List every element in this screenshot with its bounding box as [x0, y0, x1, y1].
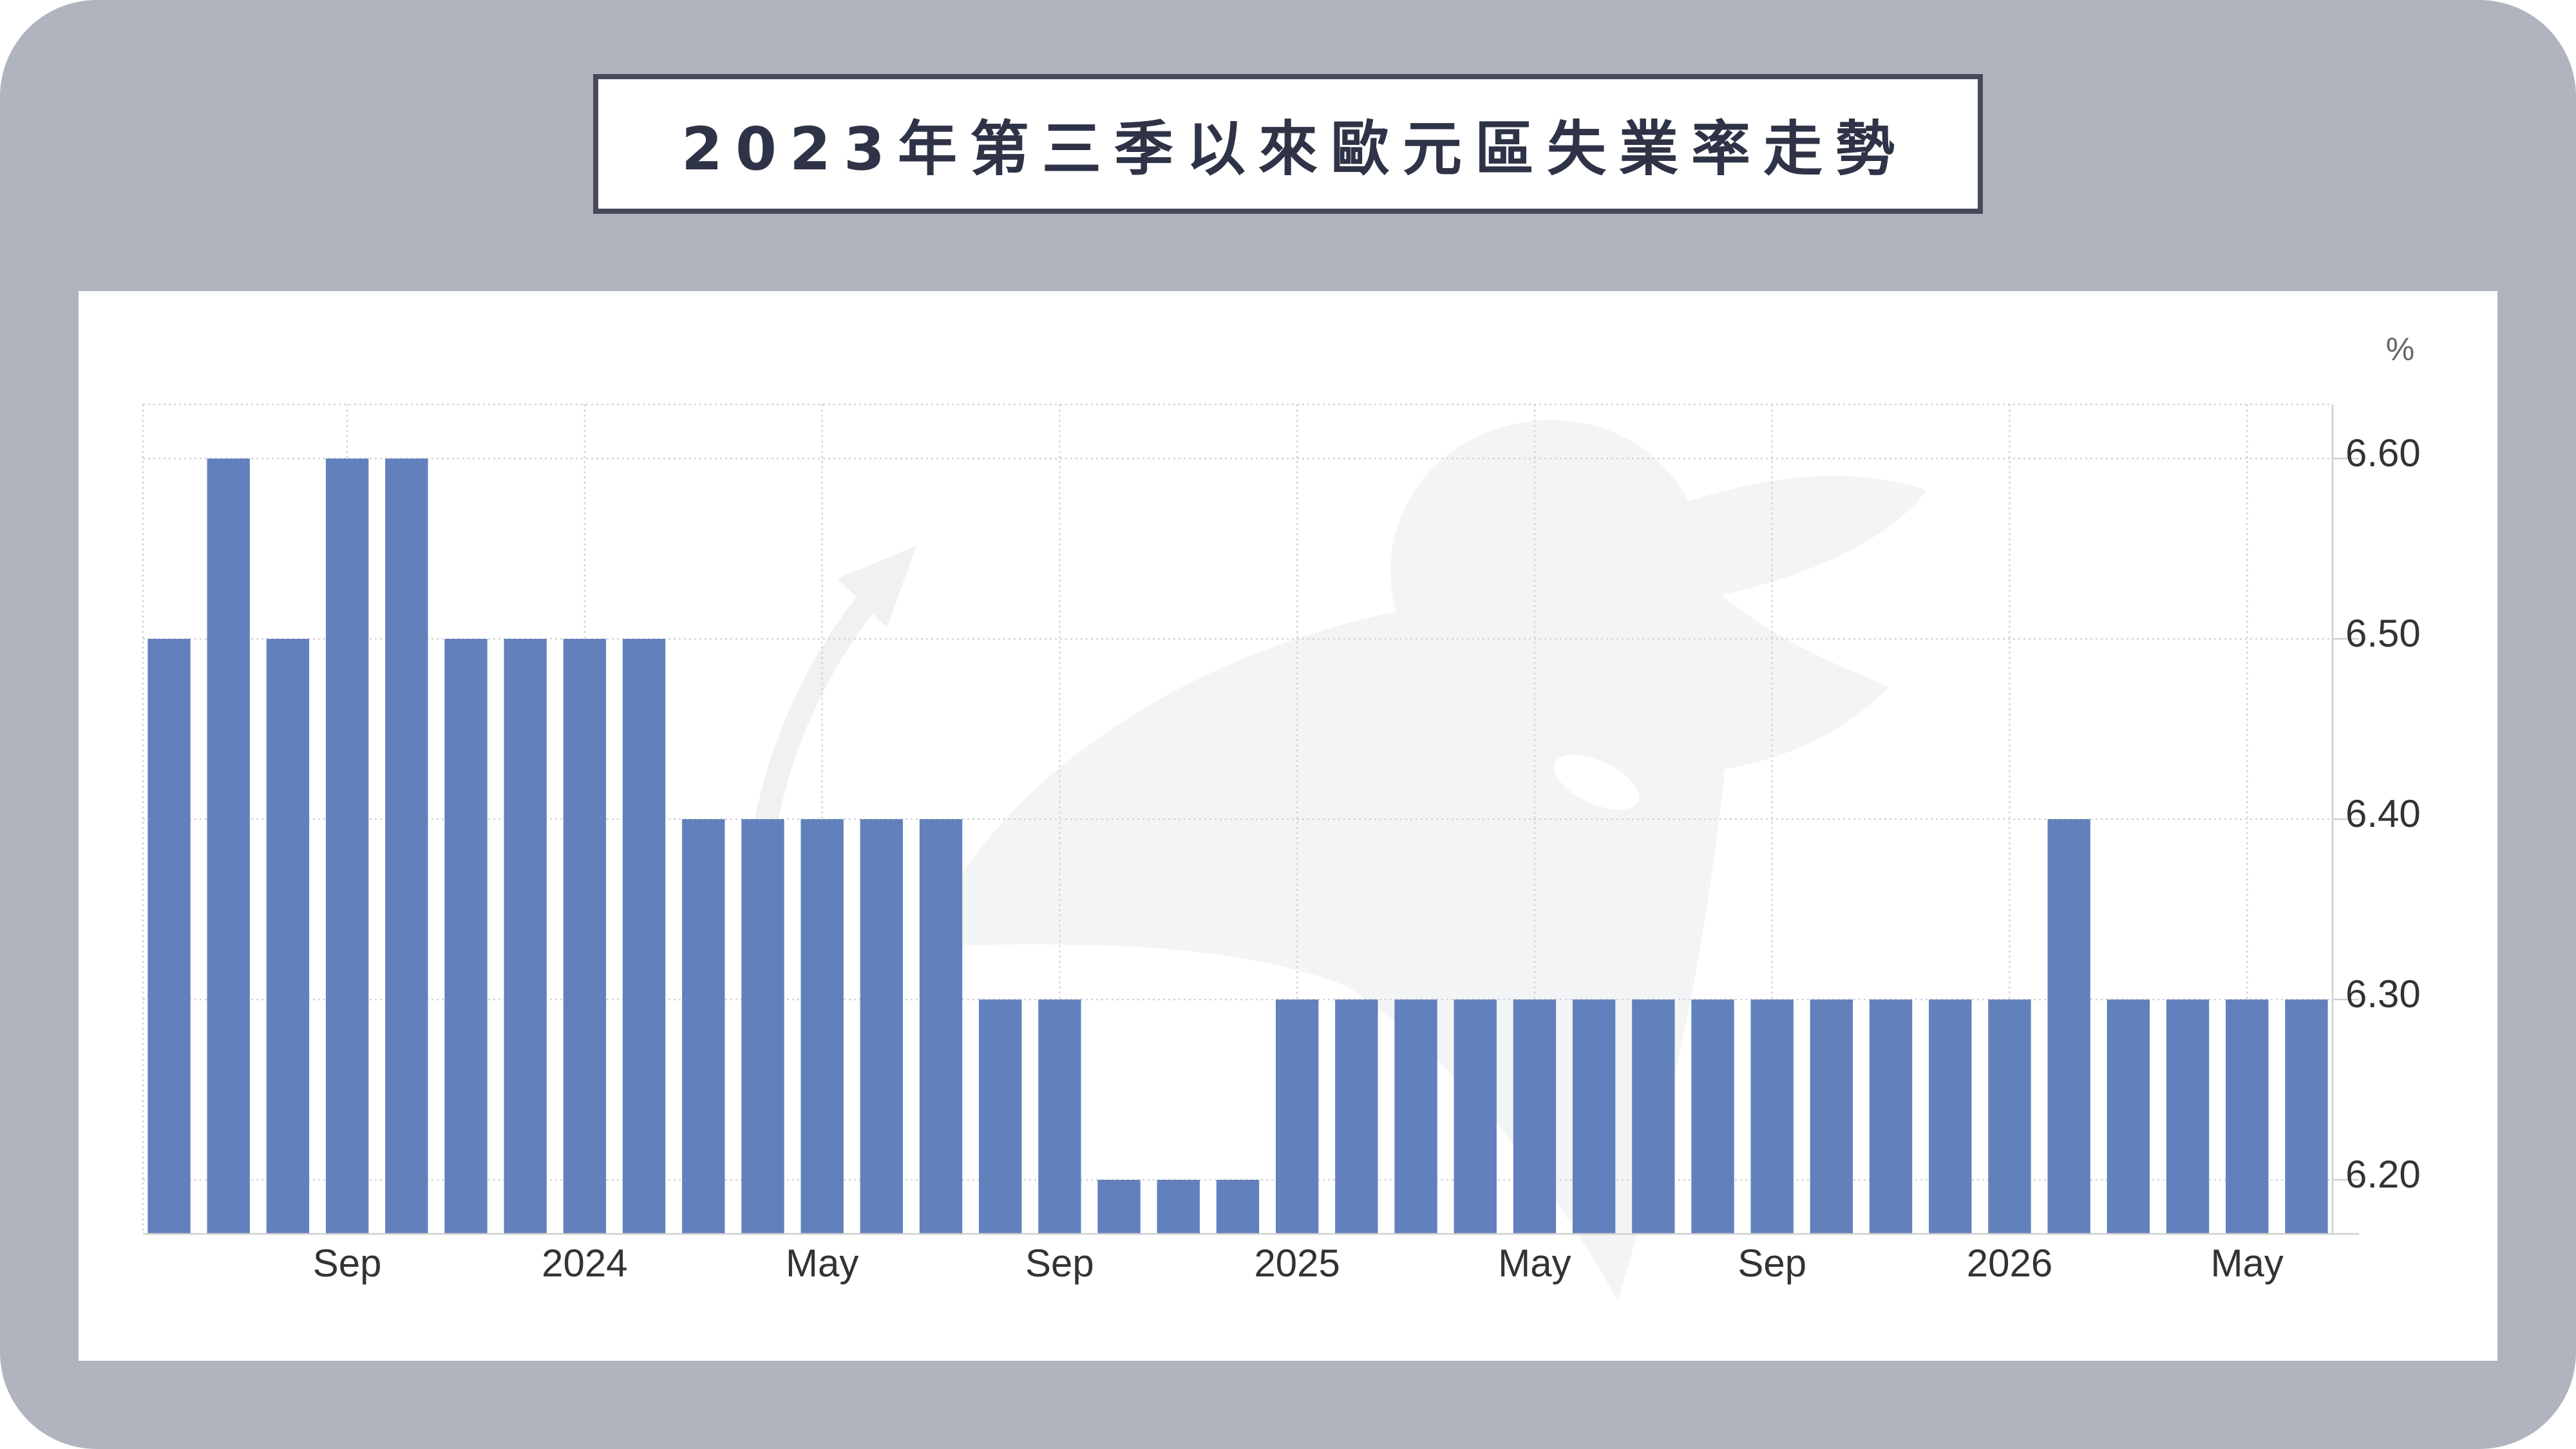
bar-2026-01	[1988, 999, 2031, 1234]
y-tick-label: 6.60	[2345, 431, 2421, 475]
bar-chart: 6.60 6.50 6.40 6.30 6.20 Sep 2024 May Sep 2025 May…	[142, 331, 2421, 1302]
bar-2024-02	[622, 639, 666, 1234]
bar-2024-03	[682, 819, 725, 1234]
x-tick-label: May	[2211, 1242, 2284, 1285]
bar-2025-11	[1869, 999, 1913, 1234]
bar-2025-03	[1394, 999, 1437, 1234]
x-tick-label: Sep	[1025, 1242, 1094, 1285]
bar-2025-10	[1810, 999, 1853, 1234]
bar-2026-06	[2285, 999, 2328, 1234]
bar-2025-01	[1276, 999, 1319, 1234]
bar-2025-07	[1632, 999, 1675, 1234]
bar-2023-12	[504, 639, 547, 1234]
bar-2023-06	[147, 639, 191, 1234]
bar-2025-09	[1750, 999, 1794, 1234]
bar-2023-09	[325, 459, 369, 1234]
bar-2023-07	[207, 459, 250, 1234]
page-frame: 2023年第三季以來歐元區失業率走勢 6.60 6.50 6.40 6.30 6.20 S…	[0, 0, 2576, 1449]
bar-2025-08	[1691, 999, 1734, 1234]
chart-panel: 6.60 6.50 6.40 6.30 6.20 Sep 2024 May Sep 2025 May…	[79, 291, 2497, 1361]
x-tick-label: 2024	[542, 1242, 627, 1285]
bar-2024-11	[1157, 1180, 1200, 1234]
x-tick-label: 2025	[1254, 1242, 1340, 1285]
bar-2024-05	[800, 819, 844, 1234]
y-tick-label: 6.40	[2345, 792, 2421, 835]
bar-2023-08	[266, 639, 310, 1234]
bar-2026-05	[2226, 999, 2269, 1234]
bar-2024-04	[741, 819, 784, 1234]
y-tick-label: 6.50	[2345, 612, 2421, 655]
chart-title-box: 2023年第三季以來歐元區失業率走勢	[593, 74, 1983, 214]
x-tick-label: May	[786, 1242, 858, 1285]
bar-2025-05	[1513, 999, 1557, 1234]
bar-2025-12	[1929, 999, 1972, 1234]
bar-2024-08	[979, 999, 1022, 1234]
x-tick-label: 2026	[1967, 1242, 2052, 1285]
chart-title: 2023年第三季以來歐元區失業率走勢	[681, 115, 1908, 184]
x-tick-label: Sep	[1738, 1242, 1806, 1285]
unit-label: %	[2386, 331, 2414, 367]
bar-2026-03	[2107, 999, 2150, 1234]
y-tick-label: 6.30	[2345, 972, 2421, 1016]
bar-2024-01	[563, 639, 607, 1234]
bar-2024-10	[1097, 1180, 1141, 1234]
x-tick-label: Sep	[313, 1242, 382, 1285]
bar-2026-04	[2166, 999, 2210, 1234]
bar-2024-06	[860, 819, 904, 1234]
bar-2025-02	[1335, 999, 1378, 1234]
bar-2024-09	[1038, 999, 1081, 1234]
x-tick-label: May	[1498, 1242, 1571, 1285]
bar-2023-10	[385, 459, 428, 1234]
bar-2023-11	[444, 639, 488, 1234]
bar-2025-06	[1572, 999, 1616, 1234]
bar-2024-12	[1216, 1180, 1260, 1234]
y-tick-label: 6.20	[2345, 1153, 2421, 1196]
bar-2025-04	[1454, 999, 1497, 1234]
bar-2024-07	[919, 819, 963, 1234]
bar-2026-02	[2047, 819, 2090, 1234]
